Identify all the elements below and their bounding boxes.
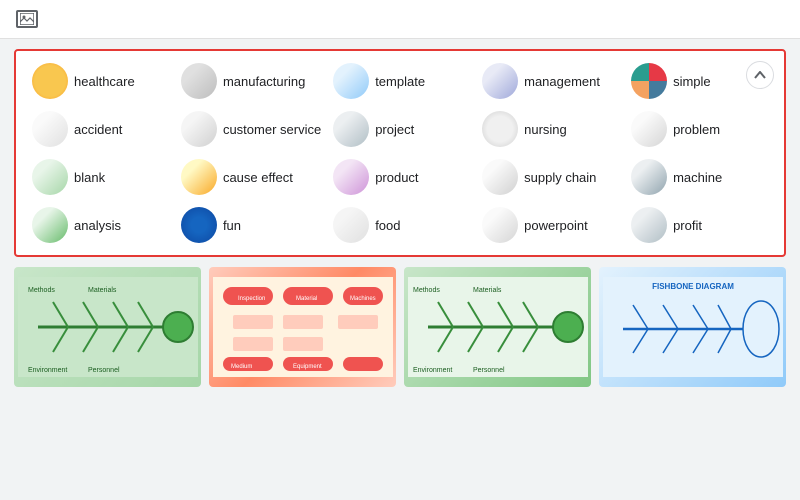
bottom-image-4[interactable]: FISHBONE DIAGRAM <box>599 267 786 387</box>
tag-item-problem[interactable]: problem <box>627 109 772 149</box>
svg-text:Medium: Medium <box>231 364 252 370</box>
tag-thumb-healthcare <box>32 63 68 99</box>
tag-label-food: food <box>375 218 400 233</box>
tag-label-nursing: nursing <box>524 122 567 137</box>
tag-label-simple: simple <box>673 74 711 89</box>
tag-label-cause-effect: cause effect <box>223 170 293 185</box>
tag-label-accident: accident <box>74 122 122 137</box>
tag-thumb-fun <box>181 207 217 243</box>
tag-item-profit[interactable]: profit <box>627 205 772 245</box>
tag-item-analysis[interactable]: analysis <box>28 205 173 245</box>
tag-label-fun: fun <box>223 218 241 233</box>
tag-label-supply-chain: supply chain <box>524 170 596 185</box>
tag-label-product: product <box>375 170 418 185</box>
tags-section: healthcare manufacturing template manage… <box>14 49 786 257</box>
tag-thumb-blank <box>32 159 68 195</box>
tag-thumb-profit <box>631 207 667 243</box>
tag-item-powerpoint[interactable]: powerpoint <box>478 205 623 245</box>
svg-text:Equipment: Equipment <box>293 364 322 370</box>
tag-item-machine[interactable]: machine <box>627 157 772 197</box>
tag-label-analysis: analysis <box>74 218 121 233</box>
tag-label-healthcare: healthcare <box>74 74 135 89</box>
tag-label-profit: profit <box>673 218 702 233</box>
svg-text:Environment: Environment <box>413 367 452 374</box>
svg-text:Inspection: Inspection <box>238 296 265 302</box>
tag-thumb-cause-effect <box>181 159 217 195</box>
tag-thumb-project <box>333 111 369 147</box>
tag-thumb-machine <box>631 159 667 195</box>
tag-item-manufacturing[interactable]: manufacturing <box>177 61 325 101</box>
tag-item-cause-effect[interactable]: cause effect <box>177 157 325 197</box>
header-image-icon <box>16 10 38 28</box>
svg-text:Materials: Materials <box>473 287 502 294</box>
tag-thumb-manufacturing <box>181 63 217 99</box>
tag-thumb-analysis <box>32 207 68 243</box>
tag-thumb-nursing <box>482 111 518 147</box>
svg-text:FISHBONE DIAGRAM: FISHBONE DIAGRAM <box>652 282 734 291</box>
tag-item-template[interactable]: template <box>329 61 474 101</box>
svg-text:Machines: Machines <box>350 296 376 302</box>
tag-thumb-customer-service <box>181 111 217 147</box>
tag-item-blank[interactable]: blank <box>28 157 173 197</box>
bottom-images-row: Methods Materials Environment Personnel … <box>14 267 786 387</box>
tag-item-supply-chain[interactable]: supply chain <box>478 157 623 197</box>
svg-text:Methods: Methods <box>413 287 440 294</box>
tag-label-powerpoint: powerpoint <box>524 218 588 233</box>
header <box>0 0 800 39</box>
svg-text:Methods: Methods <box>28 287 55 294</box>
chevron-up-button[interactable] <box>746 61 774 89</box>
menu-icon[interactable] <box>776 15 784 23</box>
bottom-image-3[interactable]: Methods Materials Environment Personnel <box>404 267 591 387</box>
svg-text:Personnel: Personnel <box>473 367 505 374</box>
svg-text:Environment: Environment <box>28 367 67 374</box>
tag-label-template: template <box>375 74 425 89</box>
tag-label-project: project <box>375 122 414 137</box>
tag-item-customer-service[interactable]: customer service <box>177 109 325 149</box>
tag-thumb-supply-chain <box>482 159 518 195</box>
svg-text:Personnel: Personnel <box>88 367 120 374</box>
tag-thumb-food <box>333 207 369 243</box>
tag-label-management: management <box>524 74 600 89</box>
tag-thumb-problem <box>631 111 667 147</box>
bottom-image-1[interactable]: Methods Materials Environment Personnel <box>14 267 201 387</box>
tag-item-product[interactable]: product <box>329 157 474 197</box>
tag-item-fun[interactable]: fun <box>177 205 325 245</box>
tag-thumb-product <box>333 159 369 195</box>
tag-item-nursing[interactable]: nursing <box>478 109 623 149</box>
tag-thumb-powerpoint <box>482 207 518 243</box>
tag-item-management[interactable]: management <box>478 61 623 101</box>
tag-item-project[interactable]: project <box>329 109 474 149</box>
tags-grid: healthcare manufacturing template manage… <box>28 61 772 245</box>
tag-item-healthcare[interactable]: healthcare <box>28 61 173 101</box>
tag-thumb-management <box>482 63 518 99</box>
tag-label-customer-service: customer service <box>223 122 321 137</box>
svg-text:Materials: Materials <box>88 287 117 294</box>
svg-text:Material: Material <box>296 296 317 302</box>
tag-thumb-accident <box>32 111 68 147</box>
tag-item-food[interactable]: food <box>329 205 474 245</box>
tag-label-blank: blank <box>74 170 105 185</box>
tag-thumb-template <box>333 63 369 99</box>
tag-label-machine: machine <box>673 170 722 185</box>
tag-item-accident[interactable]: accident <box>28 109 173 149</box>
tag-label-problem: problem <box>673 122 720 137</box>
bottom-image-2[interactable]: Inspection Material Machines Medium Equi… <box>209 267 396 387</box>
tag-label-manufacturing: manufacturing <box>223 74 305 89</box>
tag-thumb-simple <box>631 63 667 99</box>
